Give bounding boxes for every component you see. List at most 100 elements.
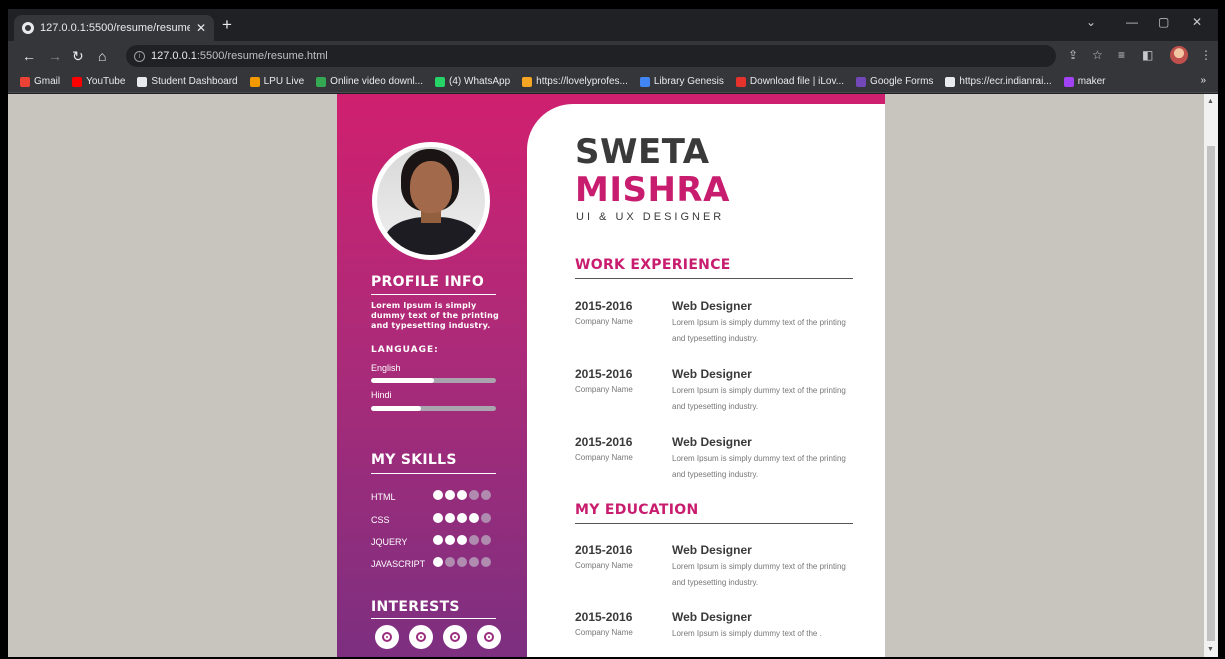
tab-title: 127.0.0.1:5500/resume/resume.h bbox=[40, 22, 190, 34]
browser-window: 127.0.0.1:5500/resume/resume.h ✕ + ⌄ — ▢… bbox=[8, 9, 1218, 657]
page-viewport: PROFILE INFO Lorem Ipsum is simply dummy… bbox=[8, 94, 1218, 657]
entry-company: Company Name bbox=[575, 561, 633, 570]
minimize-button[interactable]: — bbox=[1126, 15, 1138, 29]
rating-dot bbox=[457, 557, 467, 567]
close-tab-icon[interactable]: ✕ bbox=[196, 21, 206, 35]
entry-years: 2015-2016 bbox=[575, 367, 633, 381]
entry-years: 2015-2016 bbox=[575, 435, 633, 449]
entry-years: 2015-2016 bbox=[575, 610, 633, 624]
skill-html-rating bbox=[433, 490, 491, 500]
entry-job: Web Designer bbox=[672, 299, 752, 313]
bookmark-label: Student Dashboard bbox=[151, 76, 238, 87]
rating-dot bbox=[481, 535, 491, 545]
reload-button[interactable]: ↻ bbox=[72, 48, 84, 64]
home-button[interactable]: ⌂ bbox=[98, 48, 106, 64]
entry-description: Lorem Ipsum is simply dummy text of the … bbox=[672, 562, 846, 587]
close-window-button[interactable]: ✕ bbox=[1192, 15, 1202, 29]
entry-description: Lorem Ipsum is simply dummy text of the … bbox=[672, 629, 822, 638]
football-icon bbox=[375, 625, 399, 649]
resume: PROFILE INFO Lorem Ipsum is simply dummy… bbox=[337, 94, 885, 657]
menu-icon[interactable]: ⋮ bbox=[1200, 48, 1212, 62]
entry-company: Company Name bbox=[575, 385, 633, 394]
bookmark-item[interactable]: Online video downl... bbox=[316, 76, 423, 87]
profile-text: Lorem Ipsum is simply dummy text of the … bbox=[371, 301, 499, 330]
entry-years: 2015-2016 bbox=[575, 299, 633, 313]
bookmark-favicon-icon bbox=[945, 76, 956, 87]
last-name: MISHRA bbox=[575, 170, 730, 210]
language-english-label: English bbox=[371, 363, 401, 373]
new-tab-button[interactable]: + bbox=[222, 16, 232, 33]
toolbar: ← → ↻ ⌂ i 127.0.0.1:5500/resume/resume.h… bbox=[8, 41, 1218, 71]
bookmark-item[interactable]: https://lovelyprofes... bbox=[522, 76, 628, 87]
bookmark-favicon-icon bbox=[435, 76, 446, 87]
bookmark-label: (4) WhatsApp bbox=[449, 76, 511, 87]
more-bookmarks-button[interactable]: » bbox=[1200, 75, 1206, 86]
restore-button[interactable]: ▢ bbox=[1158, 15, 1169, 29]
browser-tab[interactable]: 127.0.0.1:5500/resume/resume.h ✕ bbox=[14, 15, 214, 41]
entry-description: Lorem Ipsum is simply dummy text of the … bbox=[672, 454, 846, 479]
profile-photo bbox=[372, 142, 490, 260]
bookmark-favicon-icon bbox=[72, 76, 83, 87]
side-panel-icon[interactable]: ◧ bbox=[1142, 48, 1153, 62]
skills-title: MY SKILLS bbox=[371, 452, 457, 468]
rating-dot bbox=[481, 513, 491, 523]
language-english-bar bbox=[371, 378, 496, 383]
bookmark-item[interactable]: LPU Live bbox=[249, 76, 304, 87]
profile-info-title: PROFILE INFO bbox=[371, 274, 485, 290]
bookmark-favicon-icon bbox=[137, 76, 148, 87]
job-role: UI & UX DESIGNER bbox=[576, 211, 725, 223]
bookmark-favicon-icon bbox=[856, 76, 867, 87]
rating-dot bbox=[469, 557, 479, 567]
bookmark-item[interactable]: Gmail bbox=[20, 76, 60, 87]
share-icon[interactable]: ⇪ bbox=[1068, 48, 1078, 62]
rating-dot bbox=[445, 535, 455, 545]
bookmark-favicon-icon bbox=[1063, 76, 1074, 87]
bookmark-label: https://lovelyprofes... bbox=[536, 76, 628, 87]
rating-dot bbox=[469, 490, 479, 500]
tab-search-icon[interactable]: ⌄ bbox=[1086, 15, 1096, 29]
entry-company: Company Name bbox=[575, 317, 633, 326]
divider bbox=[575, 278, 853, 279]
resume-main: SWETA MISHRA UI & UX DESIGNER WORK EXPER… bbox=[527, 104, 885, 657]
bookmark-item[interactable]: maker bbox=[1063, 76, 1106, 87]
scroll-up-icon[interactable]: ▲ bbox=[1207, 98, 1214, 105]
address-bar[interactable]: i 127.0.0.1:5500/resume/resume.html bbox=[126, 45, 1056, 67]
entry-job: Web Designer bbox=[672, 610, 752, 624]
work-experience-title: WORK EXPERIENCE bbox=[575, 257, 731, 273]
bookmark-label: https://ecr.indianrai... bbox=[959, 76, 1052, 87]
bookmark-item[interactable]: Download file | iLov... bbox=[735, 76, 844, 87]
bookmark-label: Library Genesis bbox=[653, 76, 724, 87]
profile-avatar[interactable] bbox=[1170, 46, 1188, 64]
vertical-scrollbar[interactable]: ▲ ▼ bbox=[1204, 94, 1218, 657]
language-hindi-bar bbox=[371, 406, 496, 411]
forward-button[interactable]: → bbox=[48, 48, 62, 64]
info-icon[interactable]: i bbox=[134, 50, 145, 62]
entry-company: Company Name bbox=[575, 628, 633, 637]
language-title: LANGUAGE: bbox=[371, 345, 439, 355]
bookmark-item[interactable]: Library Genesis bbox=[639, 76, 724, 87]
skill-jquery-rating bbox=[433, 535, 491, 545]
entry-company: Company Name bbox=[575, 453, 633, 462]
rating-dot bbox=[445, 490, 455, 500]
football-icon bbox=[477, 625, 501, 649]
rating-dot bbox=[445, 513, 455, 523]
bookmark-item[interactable]: (4) WhatsApp bbox=[435, 76, 510, 87]
skill-jquery-label: JQUERY bbox=[371, 537, 408, 547]
bookmark-label: maker bbox=[1077, 76, 1106, 87]
bookmark-favicon-icon bbox=[249, 76, 260, 87]
rating-dot bbox=[469, 513, 479, 523]
skill-javascript-label: JAVASCRIPT bbox=[371, 559, 426, 569]
reading-list-icon[interactable]: ≡ bbox=[1118, 48, 1125, 62]
back-button[interactable]: ← bbox=[22, 48, 36, 64]
bookmark-star-icon[interactable]: ☆ bbox=[1092, 48, 1103, 62]
bookmark-item[interactable]: Student Dashboard bbox=[137, 76, 238, 87]
language-hindi-label: Hindi bbox=[371, 390, 392, 400]
bookmark-item[interactable]: Google Forms bbox=[856, 76, 933, 87]
scroll-down-icon[interactable]: ▼ bbox=[1207, 646, 1214, 653]
bookmark-label: Google Forms bbox=[870, 76, 934, 87]
bookmark-item[interactable]: YouTube bbox=[72, 76, 125, 87]
entry-description: Lorem Ipsum is simply dummy text of the … bbox=[672, 318, 846, 343]
football-icon bbox=[409, 625, 433, 649]
bookmark-item[interactable]: https://ecr.indianrai... bbox=[945, 76, 1052, 87]
scrollbar-thumb[interactable] bbox=[1207, 146, 1215, 641]
